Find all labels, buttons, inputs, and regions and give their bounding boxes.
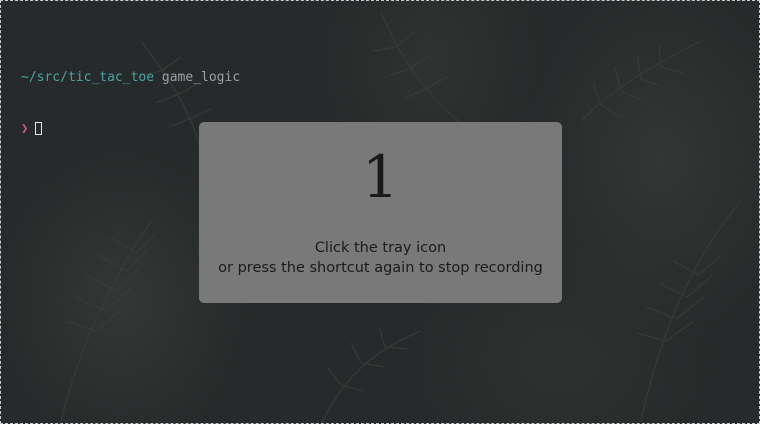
countdown-number: 1 — [362, 143, 399, 211]
prompt-line-path: ~/src/tic_tac_toe game_logic — [21, 69, 240, 86]
git-branch: game_logic — [161, 70, 241, 85]
recording-hint: Click the tray icon or press the shortcu… — [199, 238, 562, 278]
hint-line-1: Click the tray icon — [314, 240, 447, 256]
screen-recording-area: ~/src/tic_tac_toe game_logic ❯ 1 Click t… — [0, 0, 760, 424]
terminal-cursor[interactable] — [35, 122, 42, 135]
current-directory: ~/src/tic_tac_toe — [21, 70, 155, 85]
prompt-chevron-icon: ❯ — [21, 121, 29, 135]
hint-line-2: or press the shortcut again to stop reco… — [218, 260, 543, 276]
recording-countdown-overlay: 1 Click the tray icon or press the short… — [199, 122, 562, 303]
